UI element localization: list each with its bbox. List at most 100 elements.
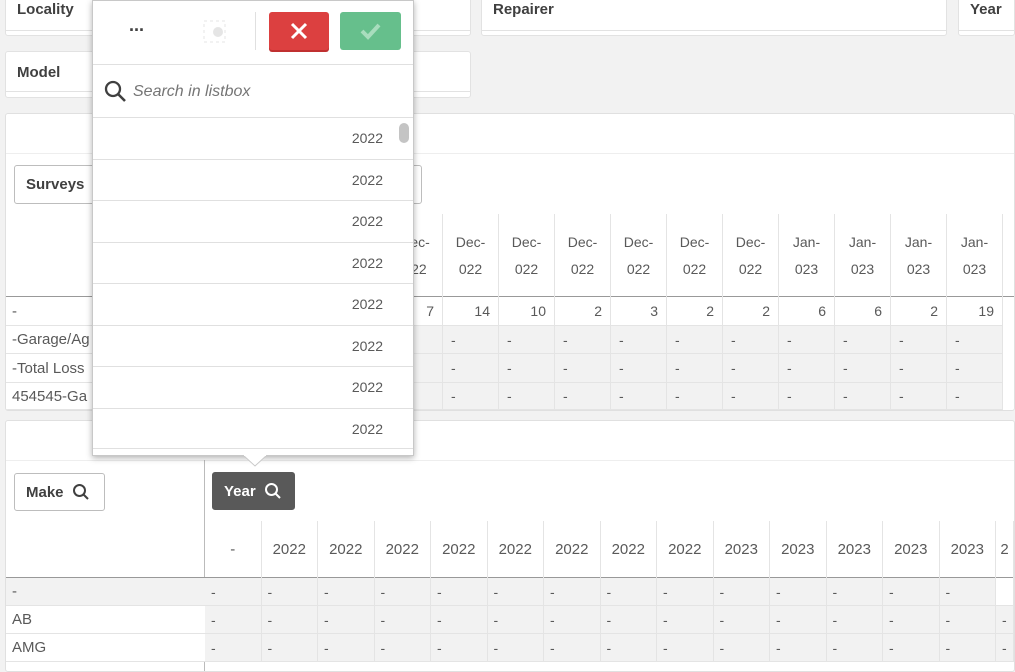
column-header-year: 023 [850,261,875,277]
column-header: Jan- 023 [779,214,835,297]
table-cell: - [374,578,431,606]
table-cell: - [600,634,657,662]
column-header: 2 [996,521,1014,578]
column-header: Dec- 022 [723,214,779,297]
column-header-month: Dec- [455,234,486,250]
column-header-year: 023 [794,261,819,277]
listbox-item[interactable]: 2022 [93,367,413,409]
table-cell: - [779,383,835,410]
table-cell: - [947,354,1003,383]
row-label: AMG [6,634,205,662]
column-header-month: Dec- [623,234,654,250]
listbox-item[interactable]: 2022 [93,409,413,449]
table-cell: - [939,634,996,662]
table-cell: - [996,634,1014,662]
listbox-item[interactable]: 2022 [93,160,413,201]
table-cell: - [667,326,723,354]
listbox-item[interactable]: 2022 [93,326,413,367]
table-cell: - [487,634,544,662]
table-cell: - [443,383,499,410]
column-header-month: Jan- [792,234,821,250]
column-header-year: 023 [906,261,931,277]
column-header: Dec- 022 [499,214,555,297]
table-cell: - [723,354,779,383]
table-cell: 2 [723,297,779,326]
table-cell: - [544,606,601,634]
table-cell: - [667,383,723,410]
column-header: 2023 [827,521,883,578]
table-cell: - [499,383,555,410]
filter-repairer[interactable]: Repairer [481,0,947,36]
table-cell: - [891,326,947,354]
table-cell: - [770,634,827,662]
confirm-selection-button[interactable] [340,12,401,50]
row-label: - [6,578,205,606]
check-icon [360,23,381,40]
table-cell: - [374,606,431,634]
table-cell: - [611,354,667,383]
column-header: 2022 [544,521,601,578]
listbox-scrollbar[interactable] [399,123,409,143]
table-cell: - [443,326,499,354]
table-cell: - [891,354,947,383]
table-cell: 2 [555,297,611,326]
column-header: 2022 [431,521,488,578]
table-cell: - [600,578,657,606]
table-cell: - [779,326,835,354]
table-cell: - [713,606,770,634]
column-header-year: 023 [962,261,987,277]
column-header-month: Dec- [679,234,710,250]
more-options-button[interactable]: ... [129,15,159,36]
table-cell: - [883,606,940,634]
table-cell: - [891,383,947,410]
table-cell: - [431,634,488,662]
table-cell: - [431,578,488,606]
table-cell: 10 [499,297,555,326]
table-cell: - [657,634,714,662]
filter-year[interactable]: Year [958,0,1015,36]
cancel-selection-button[interactable] [269,12,329,50]
column-header: Dec- 022 [555,214,611,297]
table-cell: 19 [947,297,1003,326]
table-cell: - [883,578,940,606]
table-cell: - [318,578,375,606]
clear-selection-icon[interactable] [203,20,227,44]
table-cell: - [657,578,714,606]
table-cell: - [318,606,375,634]
listbox-item[interactable]: 2022 [93,201,413,243]
table-cell: - [205,606,262,634]
listbox-item[interactable]: 2022 [93,284,413,326]
table-cell: - [205,578,262,606]
column-header: 2023 [883,521,940,578]
column-header-year: 022 [514,261,539,277]
table-cell: - [544,634,601,662]
listbox-item[interactable]: 2022 [93,243,413,284]
listbox-item[interactable]: 2022 [93,118,413,160]
table-cell: - [826,634,883,662]
table-cell: - [996,606,1014,634]
table-cell: - [374,634,431,662]
make-year-pivot-table: Make Year -2022 2022 2022 2022 2022 2022 2022 2… [5,420,1015,672]
column-header: 2022 [601,521,657,578]
row-label: AB [6,606,205,634]
table-cell: - [600,606,657,634]
table-cell: 3 [611,297,667,326]
table-cell: - [939,606,996,634]
column-header: Dec- 022 [667,214,723,297]
table-cell: - [499,326,555,354]
column-header-month: Jan- [904,234,933,250]
table-cell: - [555,354,611,383]
column-header-month: Dec- [567,234,598,250]
table-cell: - [657,606,714,634]
column-header: 2022 [375,521,431,578]
table-cell: - [555,326,611,354]
listbox-search-input[interactable] [133,79,393,105]
column-header-year: 022 [738,261,763,277]
table-cell: - [667,354,723,383]
table-cell: 2 [667,297,723,326]
table-cell: - [713,578,770,606]
column-header: 2022 [657,521,714,578]
column-header: - [205,521,262,578]
table-cell: - [261,634,318,662]
table-cell: - [499,354,555,383]
